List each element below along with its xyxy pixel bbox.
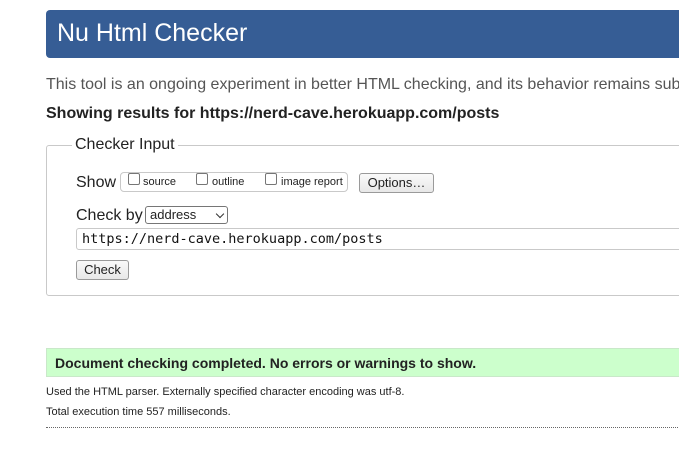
- check-button[interactable]: Check: [76, 260, 129, 280]
- chevron-down-icon: [215, 209, 225, 219]
- success-message: Document checking completed. No errors o…: [55, 355, 477, 371]
- options-button[interactable]: Options…: [359, 173, 434, 193]
- checker-input-legend: Checker Input: [72, 136, 178, 154]
- source-checkbox-label[interactable]: source: [143, 176, 176, 188]
- page: Nu Html Checker This tool is an ongoing …: [0, 0, 679, 472]
- outline-checkbox[interactable]: [196, 173, 208, 185]
- parser-info: Used the HTML parser. Externally specifi…: [46, 386, 405, 398]
- source-checkbox[interactable]: [128, 173, 140, 185]
- url-input[interactable]: https://nerd-cave.herokuapp.com/posts: [76, 228, 679, 250]
- page-title: Nu Html Checker: [57, 19, 248, 47]
- execution-time: Total execution time 557 milliseconds.: [46, 406, 231, 418]
- check-by-selected-value: address: [150, 207, 197, 222]
- header-banner: Nu Html Checker: [46, 10, 679, 58]
- image-report-checkbox-label[interactable]: image report: [281, 176, 343, 188]
- check-by-label: Check by: [76, 207, 143, 224]
- intro-text: This tool is an ongoing experiment in be…: [46, 76, 679, 93]
- success-message-box: Document checking completed. No errors o…: [46, 348, 679, 377]
- image-report-checkbox[interactable]: [265, 173, 277, 185]
- check-by-select[interactable]: address: [145, 206, 228, 224]
- show-label: Show: [76, 174, 117, 191]
- outline-checkbox-label[interactable]: outline: [212, 176, 244, 188]
- divider: [46, 427, 679, 428]
- results-heading: Showing results for https://nerd-cave.he…: [46, 105, 500, 122]
